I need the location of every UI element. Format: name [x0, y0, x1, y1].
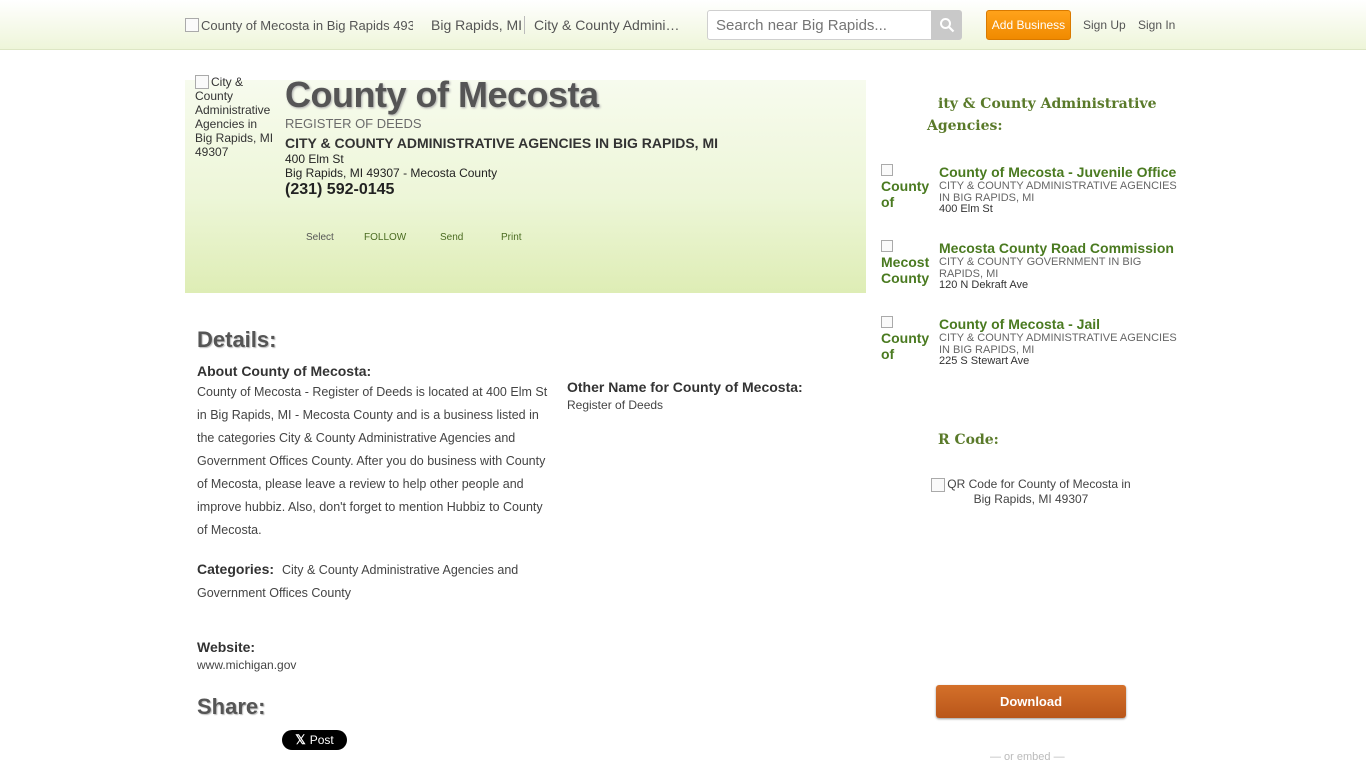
other-name-title: Other Name for County of Mecosta: [567, 379, 803, 395]
website-link[interactable]: www.michigan.gov [197, 658, 296, 672]
related-listing-name[interactable]: County of Mecosta - Juvenile Office [939, 164, 1176, 180]
related-listing-address: 120 N Dekraft Ave [939, 279, 1029, 291]
search-input[interactable] [707, 10, 932, 40]
sign-up-link[interactable]: Sign Up [1083, 18, 1126, 32]
related-listing-category: CITY & COUNTY ADMINISTRATIVE AGENCIES IN… [939, 332, 1177, 356]
related-listing-address: 225 S Stewart Ave [939, 355, 1030, 367]
share-heading: Share: [197, 694, 266, 719]
select-action[interactable]: Select [306, 232, 334, 243]
qr-code-image: QR Code for County of Mecosta in Big Rap… [931, 477, 1131, 506]
qr-code-heading: R Code: [938, 432, 999, 448]
search-button[interactable] [931, 10, 962, 40]
add-business-button[interactable]: Add Business [986, 10, 1071, 40]
business-image: City & County Administrative Agencies in… [195, 75, 277, 159]
nav-city-link[interactable]: Big Rapids, MI [431, 17, 522, 33]
sign-in-link[interactable]: Sign In [1138, 18, 1175, 32]
print-action[interactable]: Print [501, 232, 522, 243]
related-listing-name[interactable]: County of Mecosta - Jail [939, 316, 1100, 332]
download-button[interactable]: Download [936, 685, 1126, 718]
related-image-alt: County of [881, 178, 930, 210]
nav-divider [524, 16, 525, 34]
business-address-city: Big Rapids, MI 49307 - Mecosta County [285, 166, 498, 180]
related-heading-line2: Agencies: [927, 118, 1003, 134]
search-icon [939, 18, 954, 33]
logo-alt-text: County of Mecosta in Big Rapids 49307 [201, 17, 413, 33]
broken-image-icon [195, 75, 209, 89]
related-image-alt: County of [881, 330, 930, 362]
related-listing-name[interactable]: Mecosta County Road Commission [939, 240, 1174, 256]
details-heading: Details: [197, 327, 277, 352]
related-image-alt: Mecost County [881, 254, 930, 286]
related-listing-address: 400 Elm St [939, 203, 993, 215]
x-logo-icon: 𝕏 [295, 732, 306, 747]
about-text: County of Mecosta - Register of Deeds is… [197, 385, 548, 537]
top-header: County of Mecosta in Big Rapids 49307 Bi… [0, 0, 1366, 50]
x-post-label: Post [309, 733, 334, 747]
related-listing-image[interactable]: County of [881, 164, 933, 214]
related-heading-line1: ity & County Administrative [938, 96, 1157, 112]
categories-label: Categories: [197, 561, 275, 577]
about-title: About County of Mecosta: [197, 363, 372, 379]
x-post-button[interactable]: 𝕏 Post [282, 730, 347, 750]
send-action[interactable]: Send [440, 232, 463, 243]
business-name: County of Mecosta [285, 74, 599, 115]
other-name-value: Register of Deeds [567, 398, 664, 412]
related-listing-image[interactable]: County of [881, 316, 933, 366]
related-listing-image[interactable]: Mecost County [881, 240, 933, 290]
business-address-street: 400 Elm St [285, 152, 344, 166]
broken-image-icon [881, 240, 893, 252]
broken-image-icon [881, 164, 893, 176]
or-embed-label: — or embed — [990, 751, 1065, 763]
broken-image-icon [931, 477, 946, 492]
business-profile-card: City & County Administrative Agencies in… [185, 74, 866, 293]
broken-image-icon [881, 316, 893, 328]
business-phone[interactable]: (231) 592-0145 [285, 181, 394, 199]
website-title: Website: [197, 639, 256, 655]
broken-image-icon [185, 18, 199, 32]
site-logo[interactable]: County of Mecosta in Big Rapids 49307 [185, 17, 413, 33]
follow-action[interactable]: FOLLOW [364, 232, 406, 243]
business-category-line[interactable]: CITY & COUNTY ADMINISTRATIVE AGENCIES IN… [285, 135, 718, 151]
qr-code-alt: QR Code for County of Mecosta in Big Rap… [947, 477, 1131, 506]
related-listing-category: CITY & COUNTY GOVERNMENT IN BIG RAPIDS, … [939, 256, 1142, 280]
nav-category-link[interactable]: City & County Administrative Agencies [534, 17, 684, 33]
related-listing-category: CITY & COUNTY ADMINISTRATIVE AGENCIES IN… [939, 180, 1177, 204]
business-subtitle: REGISTER OF DEEDS [285, 116, 422, 131]
